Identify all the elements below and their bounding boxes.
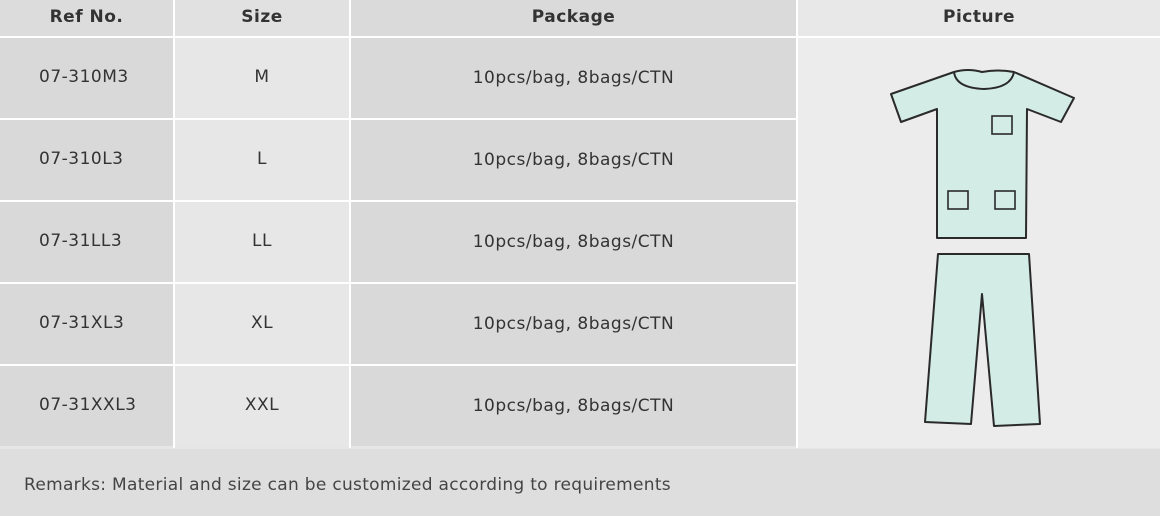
divider (349, 0, 351, 36)
package-cell: 10pcs/bag, 8bags/CTN (351, 120, 796, 200)
ref-no-cell: 07-31XXL3 (0, 366, 173, 446)
divider (349, 38, 351, 448)
remarks-text: Remarks: Material and size can be custom… (24, 475, 671, 495)
table-row: 07-31XXL3 XXL 10pcs/bag, 8bags/CTN (0, 366, 798, 446)
size-cell: M (175, 38, 349, 118)
package-cell: 10pcs/bag, 8bags/CTN (351, 38, 796, 118)
divider (173, 0, 175, 36)
header-package: Package (351, 0, 796, 36)
scrub-suit-icon (890, 69, 1075, 427)
size-cell: L (175, 120, 349, 200)
remarks-bar: Remarks: Material and size can be custom… (0, 449, 1160, 516)
ref-no-cell: 07-31XL3 (0, 284, 173, 364)
table-row: 07-31LL3 LL 10pcs/bag, 8bags/CTN (0, 202, 798, 282)
package-cell: 10pcs/bag, 8bags/CTN (351, 366, 796, 446)
table-row: 07-31XL3 XL 10pcs/bag, 8bags/CTN (0, 284, 798, 364)
header-size: Size (175, 0, 349, 36)
header-picture: Picture (798, 0, 1160, 36)
picture-cell (798, 38, 1160, 448)
ref-no-cell: 07-31LL3 (0, 202, 173, 282)
header-ref-no: Ref No. (0, 0, 173, 36)
package-cell: 10pcs/bag, 8bags/CTN (351, 284, 796, 364)
ref-no-cell: 07-310L3 (0, 120, 173, 200)
divider (173, 38, 175, 448)
package-cell: 10pcs/bag, 8bags/CTN (351, 202, 796, 282)
table-row: 07-310M3 M 10pcs/bag, 8bags/CTN (0, 38, 798, 118)
ref-no-cell: 07-310M3 (0, 38, 173, 118)
product-table-page: Ref No. Size Package Picture 07-310M3 M … (0, 0, 1160, 516)
table-row: 07-310L3 L 10pcs/bag, 8bags/CTN (0, 120, 798, 200)
size-cell: XXL (175, 366, 349, 446)
size-cell: XL (175, 284, 349, 364)
size-cell: LL (175, 202, 349, 282)
divider (796, 0, 798, 36)
